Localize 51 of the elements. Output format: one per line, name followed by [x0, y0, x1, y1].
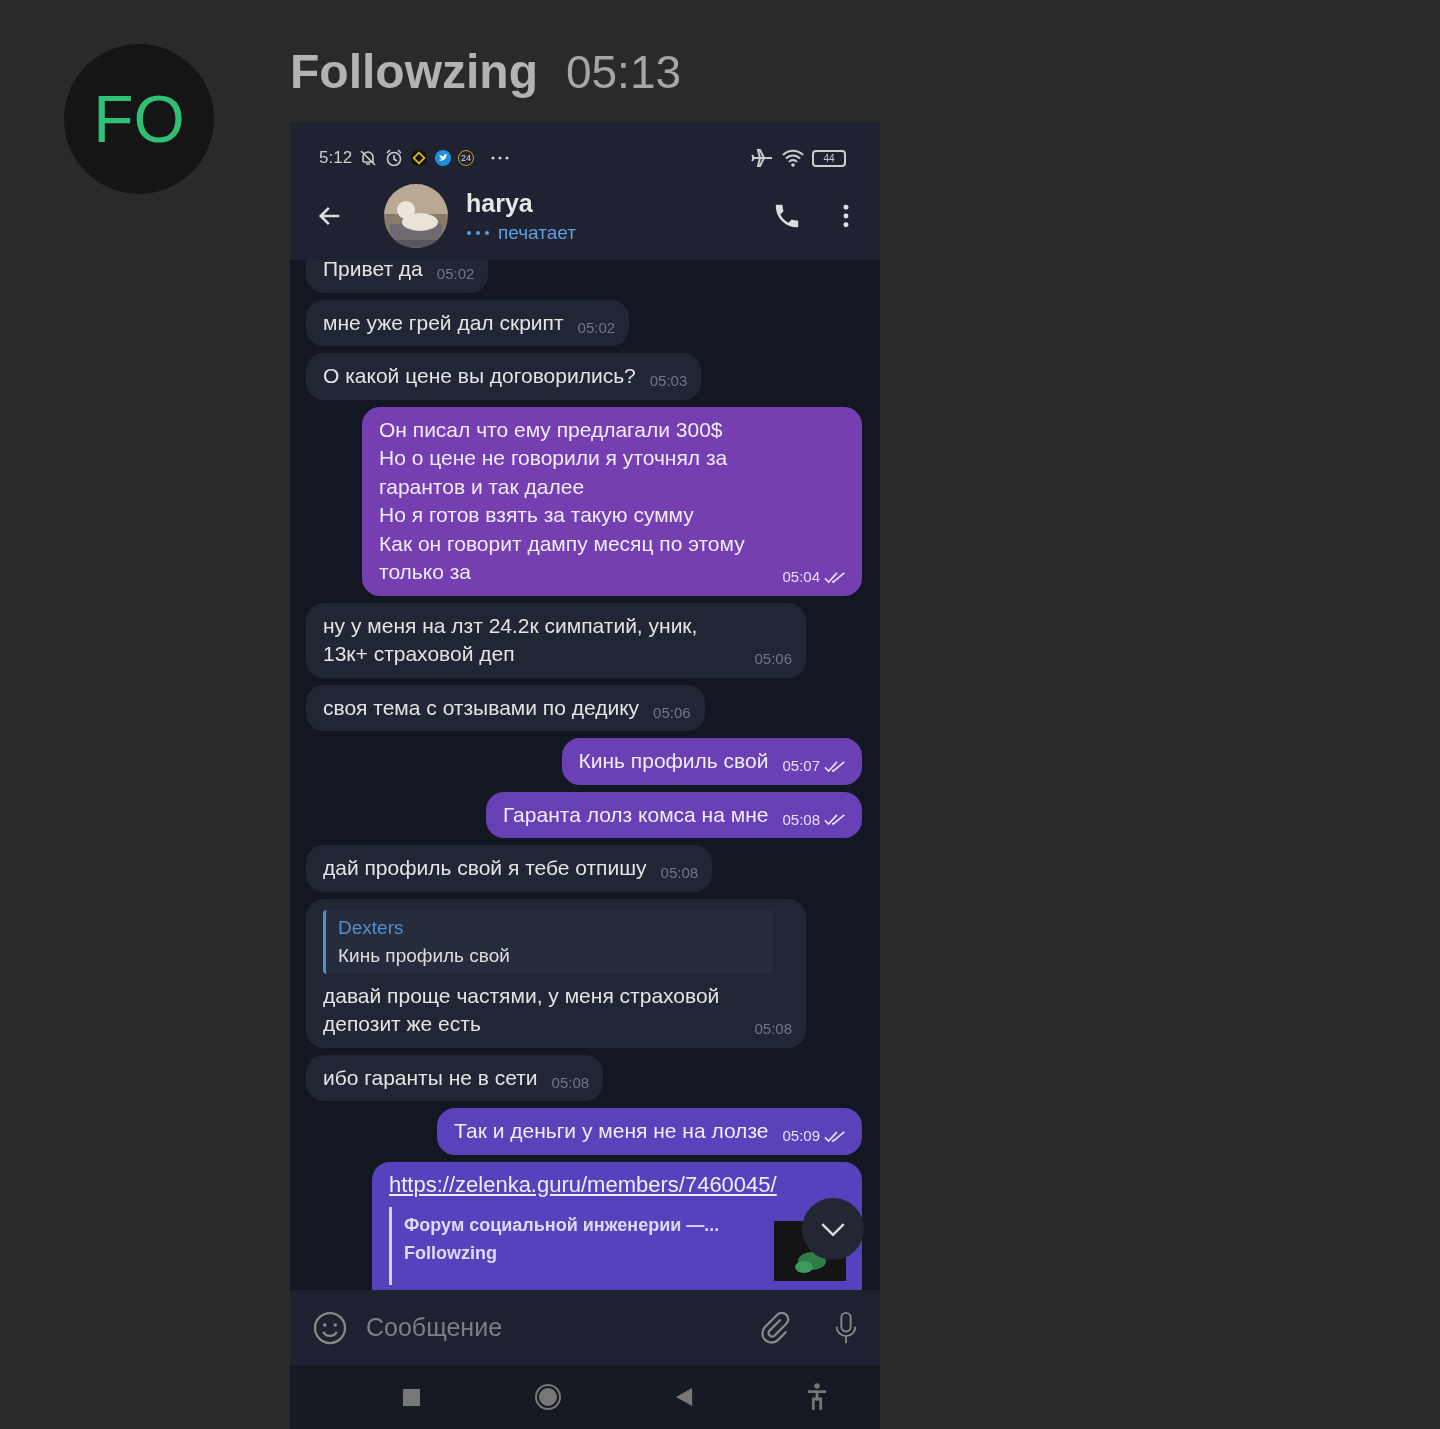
avatar-initials: FO: [93, 81, 185, 157]
chevron-down-icon: [820, 1221, 846, 1237]
message-time: 05:08: [782, 809, 820, 830]
message-text: дай профиль свой я тебе отпишу: [323, 855, 647, 881]
message-link[interactable]: https://zelenka.guru/members/7460045/: [389, 1170, 777, 1199]
diamond-app-icon: [410, 149, 429, 167]
more-options-icon[interactable]: [842, 203, 850, 229]
home-icon[interactable]: [533, 1383, 562, 1411]
airplane-icon: [750, 146, 774, 170]
message-time: 05:06: [754, 649, 792, 669]
message-time: 05:08: [754, 1019, 792, 1039]
message-text: Он писал что ему предлагали 300$ Но о цене не говорили я уточнял за гарантов и так далее Но я готов взять за такую сумму Как он говорит дампу месяц по этому только за: [379, 416, 746, 585]
more-icon: [490, 155, 511, 161]
recents-icon[interactable]: [401, 1387, 421, 1407]
message-text: ну у меня на лзт 24.2к симпатий, уник, 13к+ страховой деп: [323, 612, 699, 667]
message-time: 05:06: [653, 702, 691, 723]
back-triangle-icon[interactable]: [675, 1387, 694, 1407]
preview-title: Форум социальной инженерии —...: [404, 1214, 721, 1237]
message-time: 05:08: [660, 863, 699, 883]
attach-icon[interactable]: [758, 1310, 792, 1345]
message-text: своя тема с отзывами по дедику: [323, 694, 640, 721]
message-time: 05:09: [782, 1126, 820, 1146]
message-text: О какой цене вы договорились?: [323, 363, 636, 389]
bird-app-icon: [434, 149, 453, 167]
contact-status: печатает: [498, 221, 576, 244]
message-input[interactable]: Сообщение: [364, 1312, 742, 1343]
message-text: мне уже грей дал скрипт: [323, 309, 564, 336]
quoted-author: Dexters: [338, 915, 405, 940]
message-time: 05:07: [782, 756, 820, 776]
message-text: Привет да: [323, 260, 423, 282]
accessibility-icon[interactable]: [806, 1381, 829, 1413]
message-time: 05:08: [551, 1072, 590, 1093]
wifi-icon: [780, 148, 806, 168]
status-time: 5:12: [319, 148, 353, 168]
message-time: 05:03: [649, 371, 688, 391]
preview-site: Followzing: [404, 1242, 498, 1265]
message-text: Кинь профиль свой: [578, 748, 769, 774]
post-time: 05:13: [565, 45, 682, 99]
message-text: давай проще частями, у меня страховой депозит же есть: [323, 982, 721, 1037]
message-text: Гаранта лолз комса на мне: [502, 801, 769, 828]
contact-name: harya: [466, 188, 534, 218]
quoted-text: Кинь профиль свой: [338, 943, 511, 968]
message-text: Так и деньги у меня не на лолзе: [454, 1118, 769, 1144]
author-name: Followzing: [290, 44, 538, 99]
message-time: 05:02: [577, 317, 616, 338]
message-input-bar[interactable]: Сообщение: [290, 1290, 880, 1365]
emoji-icon[interactable]: [312, 1309, 348, 1346]
message-time: 05:04: [782, 567, 820, 587]
battery-level: 44: [823, 152, 835, 164]
message-text: ибо гаранты не в сети: [323, 1064, 538, 1091]
message-time: 05:02: [436, 264, 475, 284]
